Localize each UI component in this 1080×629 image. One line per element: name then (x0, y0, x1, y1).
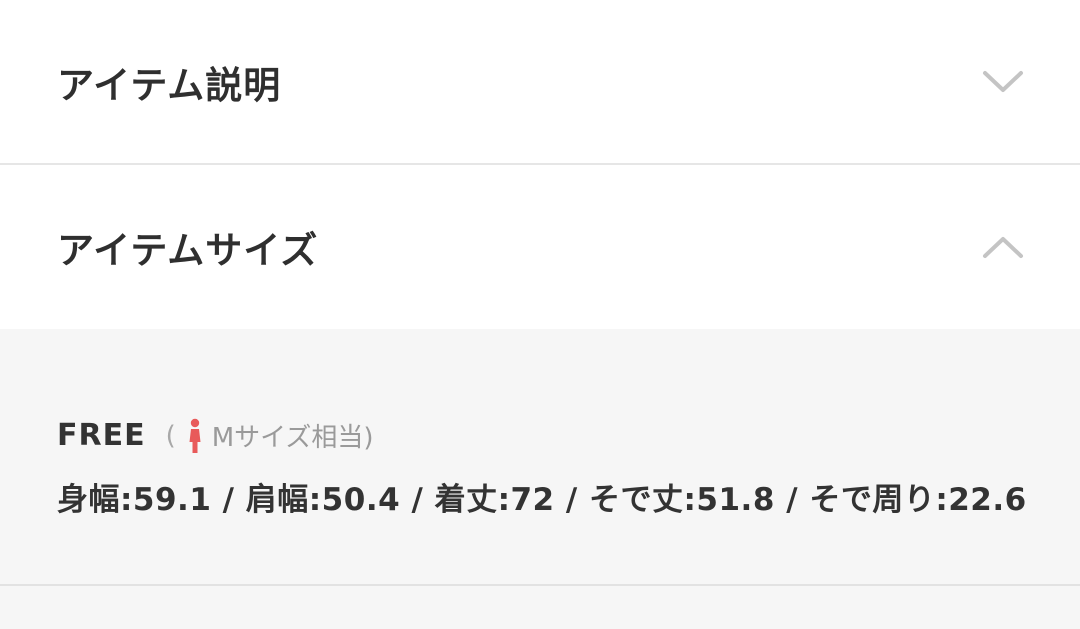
item-detail-page: アイテム説明 アイテムサイズ FREE ( Mサイズ相当) 身幅:59.1 / … (0, 0, 1080, 629)
chevron-down-icon[interactable] (981, 59, 1025, 103)
item-description-accordion-header[interactable]: アイテム説明 (0, 0, 1080, 163)
chevron-up-icon[interactable] (981, 226, 1025, 270)
size-label-row: FREE ( Mサイズ相当) (57, 417, 374, 454)
note-open-paren: ( (165, 420, 176, 451)
item-size-panel: FREE ( Mサイズ相当) 身幅:59.1 / 肩幅:50.4 / 着丈:72… (0, 329, 1080, 584)
size-measurements: 身幅:59.1 / 肩幅:50.4 / 着丈:72 / そで丈:51.8 / そ… (57, 482, 1027, 518)
item-size-title: アイテムサイズ (57, 229, 319, 272)
female-person-icon (189, 418, 201, 453)
size-name: FREE (57, 418, 146, 453)
item-size-accordion-header[interactable]: アイテムサイズ (0, 165, 1080, 329)
item-description-title: アイテム説明 (57, 63, 282, 107)
next-section-area (0, 586, 1080, 629)
size-equivalent-text: Mサイズ相当) (211, 423, 374, 453)
size-equivalent-note: ( Mサイズ相当) (166, 417, 374, 454)
